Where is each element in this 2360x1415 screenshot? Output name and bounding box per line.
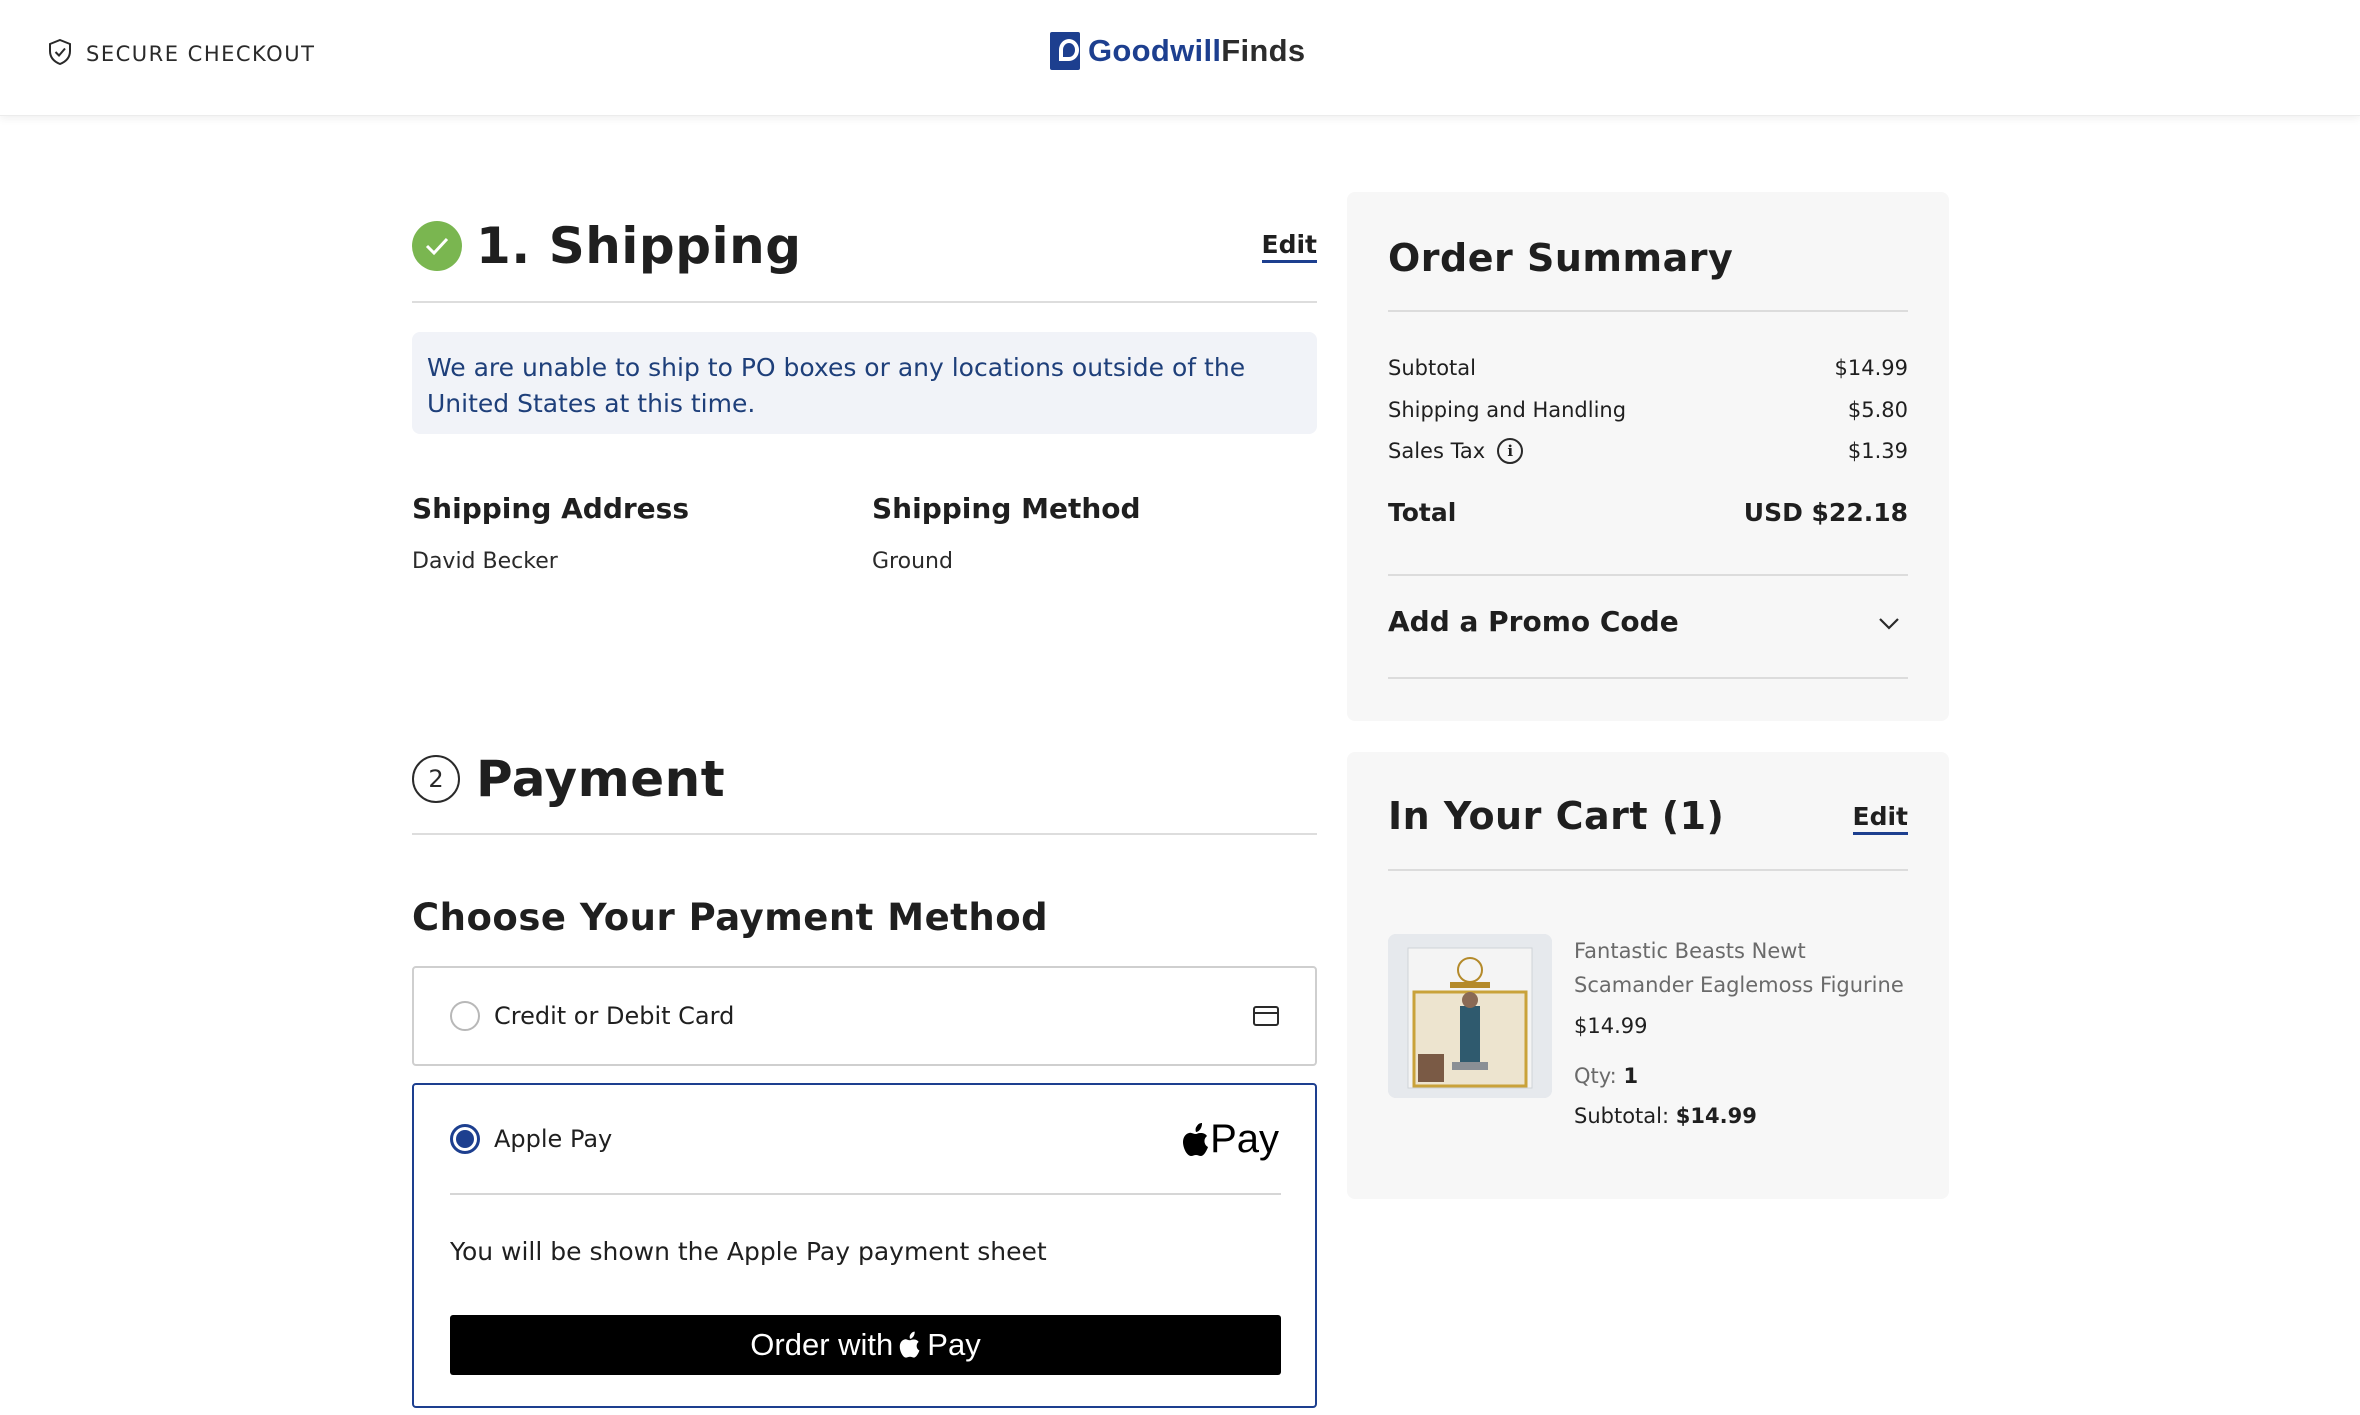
order-summary-panel: Order Summary Subtotal $14.99 Shipping a… bbox=[1347, 192, 1949, 721]
order-with-apple-pay-button[interactable]: Order with Pay bbox=[450, 1315, 1281, 1375]
sales-tax-label: Sales Tax bbox=[1388, 439, 1486, 463]
logo-part2: Finds bbox=[1221, 33, 1306, 68]
credit-card-label: Credit or Debit Card bbox=[494, 1002, 735, 1030]
total-label: Total bbox=[1388, 498, 1457, 527]
shipping-divider bbox=[412, 301, 1317, 303]
payment-step-title: Payment bbox=[476, 750, 726, 808]
item-subtotal-value: $14.99 bbox=[1675, 1104, 1757, 1128]
product-thumbnail[interactable] bbox=[1388, 934, 1552, 1098]
apple-pay-icon: Pay bbox=[1182, 1117, 1279, 1162]
secure-checkout-label: SECURE CHECKOUT bbox=[86, 42, 316, 66]
credit-card-option[interactable]: Credit or Debit Card bbox=[412, 966, 1317, 1066]
apple-pay-mark-text: Pay bbox=[1210, 1117, 1279, 1161]
logo-part1: Goodwill bbox=[1088, 33, 1222, 68]
order-button-suffix: Pay bbox=[927, 1327, 981, 1362]
apple-pay-divider bbox=[450, 1193, 1281, 1195]
promo-code-label: Add a Promo Code bbox=[1388, 605, 1679, 638]
shipping-address-heading: Shipping Address bbox=[412, 492, 689, 525]
goodwill-logo-icon bbox=[1050, 32, 1080, 70]
apple-pay-option[interactable]: Apple Pay Pay You will be shown the Appl… bbox=[412, 1083, 1317, 1408]
credit-card-radio[interactable] bbox=[450, 1001, 480, 1031]
summary-divider bbox=[1388, 310, 1908, 312]
secure-checkout-indicator: SECURE CHECKOUT bbox=[48, 38, 315, 70]
summary-row-shipping: Shipping and Handling $5.80 bbox=[1388, 398, 1908, 422]
payment-divider bbox=[412, 833, 1317, 835]
cart-panel: In Your Cart (1) Edit Fantastic Beasts N… bbox=[1347, 752, 1949, 1199]
product-name[interactable]: Fantastic Beasts Newt Scamander Eaglemos… bbox=[1574, 934, 1914, 1002]
info-icon[interactable]: i bbox=[1497, 438, 1524, 464]
subtotal-value: $14.99 bbox=[1834, 356, 1908, 380]
shipping-address-value: David Becker bbox=[412, 549, 558, 574]
goodwillfinds-logo[interactable]: GoodwillFinds bbox=[1050, 32, 1305, 70]
promo-bottom-divider bbox=[1388, 677, 1908, 679]
summary-row-total: Total USD $22.18 bbox=[1388, 498, 1908, 527]
payment-method-heading: Choose Your Payment Method bbox=[412, 896, 1049, 939]
logo-wordmark: GoodwillFinds bbox=[1088, 33, 1305, 69]
cart-divider bbox=[1388, 869, 1908, 871]
shipping-step-title: 1. Shipping bbox=[476, 217, 802, 275]
order-summary-title: Order Summary bbox=[1388, 236, 1734, 280]
apple-pay-label: Apple Pay bbox=[494, 1125, 613, 1153]
shipping-step-header: 1. Shipping Edit bbox=[412, 216, 1317, 276]
payment-step-header: 2 Payment bbox=[412, 749, 1317, 809]
check-icon bbox=[412, 221, 462, 271]
subtotal-label: Subtotal bbox=[1388, 356, 1476, 380]
shield-icon bbox=[48, 38, 72, 69]
sales-tax-value: $1.39 bbox=[1847, 439, 1908, 463]
shipping-handling-label: Shipping and Handling bbox=[1388, 398, 1627, 422]
shipping-handling-value: $5.80 bbox=[1847, 398, 1908, 422]
order-button-prefix: Order with bbox=[750, 1327, 894, 1362]
chevron-down-icon bbox=[1878, 605, 1900, 638]
promo-code-toggle[interactable]: Add a Promo Code bbox=[1388, 605, 1908, 638]
qty-value: 1 bbox=[1623, 1064, 1639, 1088]
shipping-notice: We are unable to ship to PO boxes or any… bbox=[412, 332, 1317, 434]
summary-row-tax: Sales Tax i $1.39 bbox=[1388, 438, 1908, 464]
cart-edit-link[interactable]: Edit bbox=[1852, 802, 1908, 835]
apple-pay-note: You will be shown the Apple Pay payment … bbox=[450, 1237, 1047, 1266]
checkout-header: SECURE CHECKOUT GoodwillFinds bbox=[0, 0, 2360, 116]
promo-top-divider bbox=[1388, 574, 1908, 576]
shipping-edit-link[interactable]: Edit bbox=[1261, 230, 1317, 263]
product-quantity: Qty: 1 bbox=[1574, 1064, 1638, 1088]
cart-title: In Your Cart (1) bbox=[1388, 794, 1725, 838]
product-price: $14.99 bbox=[1574, 1014, 1648, 1038]
apple-pay-radio[interactable] bbox=[450, 1124, 480, 1154]
shipping-method-heading: Shipping Method bbox=[872, 492, 1141, 525]
apple-logo-icon bbox=[900, 1331, 920, 1358]
product-subtotal: Subtotal: $14.99 bbox=[1574, 1104, 1757, 1128]
shipping-method-value: Ground bbox=[872, 549, 953, 574]
summary-row-subtotal: Subtotal $14.99 bbox=[1388, 356, 1908, 380]
step-number-badge: 2 bbox=[412, 755, 460, 803]
qty-label: Qty: bbox=[1574, 1064, 1617, 1088]
item-subtotal-label: Subtotal: bbox=[1574, 1104, 1670, 1128]
total-value: USD $22.18 bbox=[1743, 498, 1908, 527]
credit-card-icon bbox=[1253, 1005, 1279, 1031]
